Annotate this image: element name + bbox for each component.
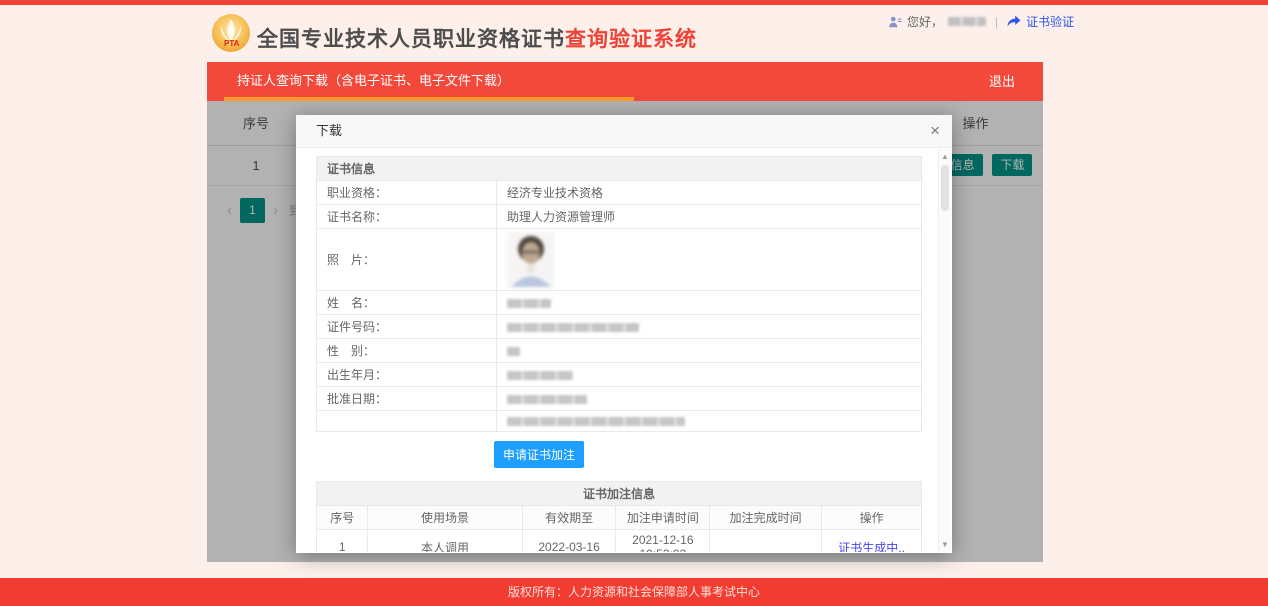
annotation-col-complete-time: 加注完成时间 bbox=[710, 506, 822, 530]
annotation-row: 1 本人调用 2022-03-16 2021-12-16 10:53:02 证书… bbox=[317, 530, 922, 553]
page-title-main: 全国专业技术人员职业资格证书 bbox=[257, 28, 565, 51]
field-value-redacted bbox=[497, 387, 922, 411]
field-value-redacted bbox=[497, 411, 922, 432]
field-row-note bbox=[317, 411, 922, 432]
share-arrow-icon bbox=[1007, 15, 1021, 28]
field-row-approval-date: 批准日期： bbox=[317, 387, 922, 411]
modal-header[interactable]: 下载 × bbox=[296, 115, 952, 148]
annotation-col-action: 操作 bbox=[822, 506, 922, 530]
annotation-col-scene: 使用场景 bbox=[368, 506, 522, 530]
field-row-certificate-name: 证书名称： 助理人力资源管理师 bbox=[317, 205, 922, 229]
field-row-id-number: 证件号码： bbox=[317, 315, 922, 339]
nav-bar: 持证人查询下载（含电子证书、电子文件下载） 退出 bbox=[207, 62, 1043, 101]
field-label: 证书名称： bbox=[317, 205, 497, 229]
field-value-redacted bbox=[497, 339, 922, 363]
logout-button[interactable]: 退出 bbox=[989, 62, 1015, 101]
apply-annotation-button[interactable]: 申请证书加注 bbox=[494, 441, 584, 468]
svg-text:PTA: PTA bbox=[224, 39, 240, 48]
field-value: 经济专业技术资格 bbox=[497, 181, 922, 205]
certificate-verify-link[interactable]: 证书验证 bbox=[1026, 13, 1074, 30]
user-icon bbox=[888, 15, 902, 29]
field-value-redacted bbox=[497, 363, 922, 387]
field-label: 出生年月： bbox=[317, 363, 497, 387]
field-label bbox=[317, 411, 497, 432]
separator: | bbox=[995, 15, 998, 29]
user-bar: 您好， | 证书验证 bbox=[888, 13, 1074, 30]
certificate-generating-link[interactable]: 证书生成中.. bbox=[838, 541, 905, 553]
annotation-valid-until: 2022-03-16 bbox=[522, 530, 616, 553]
field-value: 助理人力资源管理师 bbox=[497, 205, 922, 229]
annotation-scene: 本人调用 bbox=[368, 530, 522, 553]
modal-body: 证书信息 职业资格： 经济专业技术资格 证书名称： 助理人力资源管理师 照 片： bbox=[296, 148, 952, 552]
field-label: 职业资格： bbox=[317, 181, 497, 205]
download-modal: 下载 × 证书信息 职业资格： 经济专业技术资格 证书名称： 助理人力资源管理师… bbox=[296, 115, 952, 553]
page-title-accent: 查询验证系统 bbox=[565, 28, 697, 51]
footer: 版权所有：人力资源和社会保障部人事考试中心 bbox=[0, 578, 1268, 606]
page: PTA 全国专业技术人员职业资格证书查询验证系统 您好， | 证书验证 持证人查… bbox=[0, 0, 1268, 606]
field-value-redacted bbox=[497, 315, 922, 339]
field-label: 照 片： bbox=[317, 229, 497, 291]
field-label: 批准日期： bbox=[317, 387, 497, 411]
field-row-photo: 照 片： bbox=[317, 229, 922, 291]
field-row-qualification: 职业资格： 经济专业技术资格 bbox=[317, 181, 922, 205]
field-row-gender: 性 别： bbox=[317, 339, 922, 363]
annotation-col-apply-time: 加注申请时间 bbox=[616, 506, 710, 530]
page-title: 全国专业技术人员职业资格证书查询验证系统 bbox=[257, 23, 697, 53]
annotation-col-seq: 序号 bbox=[317, 506, 368, 530]
user-name-redacted bbox=[948, 17, 986, 26]
field-label: 证件号码： bbox=[317, 315, 497, 339]
annotation-table: 证书加注信息 序号 使用场景 有效期至 加注申请时间 加注完成时间 操作 1 本… bbox=[316, 481, 922, 552]
scroll-down-icon[interactable]: ▼ bbox=[939, 540, 951, 549]
scroll-up-icon[interactable]: ▲ bbox=[939, 152, 951, 161]
tab-holder-query-download[interactable]: 持证人查询下载（含电子证书、电子文件下载） bbox=[224, 62, 634, 101]
pta-logo-icon: PTA bbox=[211, 13, 251, 53]
annotation-header-row: 序号 使用场景 有效期至 加注申请时间 加注完成时间 操作 bbox=[317, 506, 922, 530]
certificate-photo bbox=[507, 232, 555, 287]
field-label: 姓 名： bbox=[317, 291, 497, 315]
annotation-seq: 1 bbox=[317, 530, 368, 553]
copyright-text: 版权所有：人力资源和社会保障部人事考试中心 bbox=[508, 585, 760, 599]
modal-scrollbar[interactable]: ▲ ▼ bbox=[938, 149, 951, 552]
field-label: 性 别： bbox=[317, 339, 497, 363]
annotation-section-title: 证书加注信息 bbox=[317, 482, 922, 506]
field-row-name: 姓 名： bbox=[317, 291, 922, 315]
field-row-birth-date: 出生年月： bbox=[317, 363, 922, 387]
modal-title: 下载 bbox=[316, 123, 342, 138]
annotation-complete-time bbox=[710, 530, 822, 553]
annotation-col-valid-until: 有效期至 bbox=[522, 506, 616, 530]
field-value bbox=[497, 229, 922, 291]
scrollbar-thumb[interactable] bbox=[941, 165, 949, 211]
certificate-info-table: 证书信息 职业资格： 经济专业技术资格 证书名称： 助理人力资源管理师 照 片： bbox=[316, 156, 922, 432]
annotation-apply-time: 2021-12-16 10:53:02 bbox=[616, 530, 710, 553]
field-value-redacted bbox=[497, 291, 922, 315]
greeting-text: 您好， bbox=[907, 13, 943, 30]
certificate-info-section-title: 证书信息 bbox=[317, 157, 922, 181]
close-icon[interactable]: × bbox=[930, 115, 940, 147]
